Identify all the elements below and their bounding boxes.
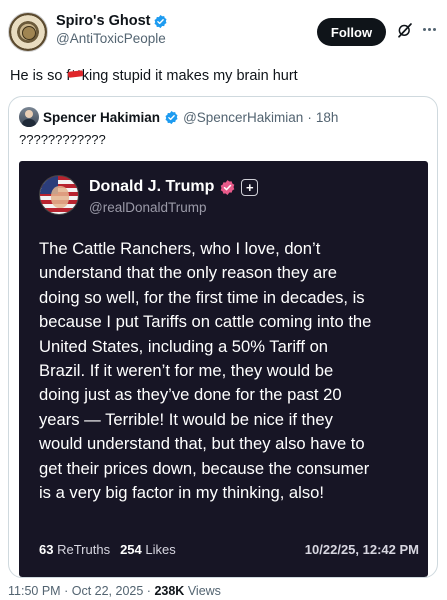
likes-label: Likes <box>145 542 176 557</box>
post-time[interactable]: 11:50 PM <box>8 584 61 598</box>
truth-social-card: Donald J. Trump + @realDonaldTrump The C… <box>19 161 428 577</box>
more-options-icon[interactable] <box>419 19 439 39</box>
truth-footer: 63 ReTruths 254 Likes 10/22/25, 12:42 PM <box>39 542 419 557</box>
post-text: He is so f**king stupid it makes my brai… <box>10 68 298 84</box>
views-label: Views <box>187 584 221 598</box>
quoted-post-header: Spencer Hakimian @SpencerHakimian · 18h <box>19 107 338 127</box>
truth-plus-badge: + <box>241 178 259 196</box>
post-meta: 11:50 PM · Oct 22, 2025 · 238K Views <box>8 584 221 598</box>
quoted-author-handle: @SpencerHakimian <box>183 109 304 125</box>
views-count: 238K <box>154 584 185 598</box>
truth-verified-badge-icon <box>221 179 235 195</box>
truth-body-line: years — Terrible! It would be nice if th… <box>39 409 333 429</box>
post-date[interactable]: Oct 22, 2025 <box>72 584 144 598</box>
quoted-author-avatar <box>19 107 39 127</box>
truth-body: The Cattle Ranchers, who I love, don’t u… <box>39 237 429 505</box>
truth-body-line: United States, including a 50% Tariff on <box>39 336 329 356</box>
truth-body-line: The Cattle Ranchers, who I love, don’t <box>39 239 321 258</box>
truth-name-row: Donald J. Trump + <box>89 178 259 196</box>
author-display-name[interactable]: Spiro's Ghost <box>56 13 150 29</box>
censored-word: ** <box>70 68 82 84</box>
truth-body-line: would understand that, but they also hav… <box>39 434 365 454</box>
quoted-post-text: ???????????? <box>19 132 106 147</box>
likes-count: 254 <box>120 542 142 557</box>
truth-body-line: doing just as they’ve done for the past … <box>39 385 342 405</box>
grok-icon[interactable] <box>396 21 414 39</box>
author-avatar[interactable] <box>8 12 48 52</box>
truth-body-line: because I put Tariffs on cattle coming i… <box>39 312 372 332</box>
author-handle[interactable]: @AntiToxicPeople <box>56 31 166 46</box>
post-text-end: king stupid it makes my brain hurt <box>81 68 298 84</box>
retruths-label: ReTruths <box>57 542 111 557</box>
truth-retruths: 63 ReTruths <box>39 542 110 557</box>
truth-date: 10/22/25, 12:42 PM <box>304 542 419 557</box>
truth-author-name: Donald J. Trump <box>89 178 215 195</box>
retruths-count: 63 <box>39 542 54 557</box>
verified-badge-icon <box>154 14 167 28</box>
truth-author-avatar <box>39 175 79 215</box>
quoted-separator: · <box>307 109 312 125</box>
post-header: Spiro's Ghost @AntiToxicPeople Follow <box>0 0 447 56</box>
avatar-seal <box>22 26 36 40</box>
truth-author-handle: @realDonaldTrump <box>89 200 207 215</box>
post-text-start: He is so f <box>10 68 71 84</box>
quoted-author-name: Spencer Hakimian <box>43 109 161 125</box>
verified-badge-icon <box>165 110 178 124</box>
meta-separator: · <box>146 584 151 598</box>
truth-body-line: understand that the only reason they are <box>39 263 337 283</box>
quoted-time: 18h <box>315 109 339 125</box>
author-name-row[interactable]: Spiro's Ghost <box>56 13 168 29</box>
meta-separator: · <box>64 584 69 598</box>
truth-body-line: get their prices down, because the consu… <box>39 458 370 478</box>
quoted-post[interactable]: Spencer Hakimian @SpencerHakimian · 18h … <box>8 96 438 578</box>
follow-button[interactable]: Follow <box>317 18 386 46</box>
truth-body-line: Brazil. If it weren’t for me, they would… <box>39 361 334 381</box>
truth-body-line: doing so well, for the first time in dec… <box>39 287 365 307</box>
truth-body-line: is a very big factor in my thinking, als… <box>39 483 324 503</box>
truth-likes: 254 Likes <box>120 542 176 557</box>
